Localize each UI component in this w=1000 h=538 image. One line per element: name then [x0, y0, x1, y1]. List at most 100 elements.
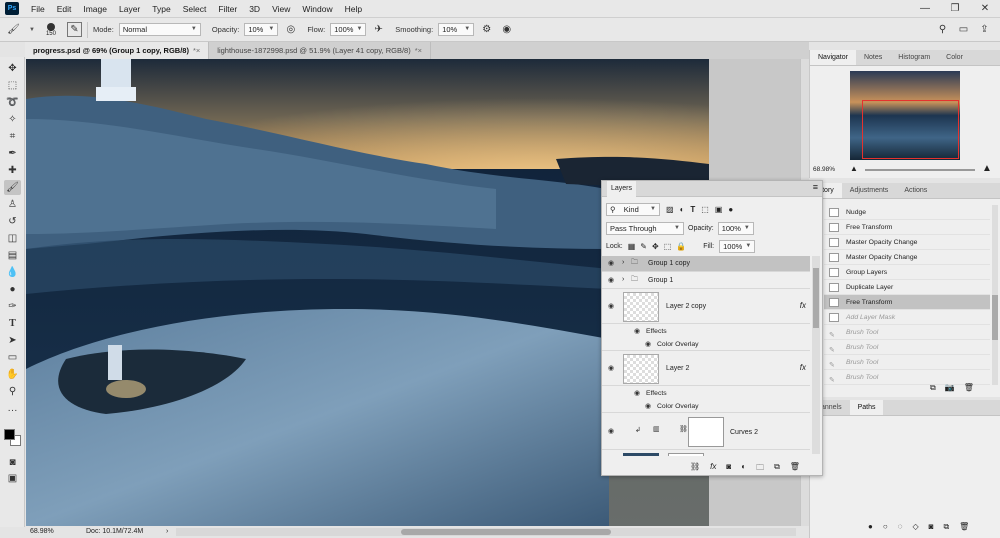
layer-row-layer-2[interactable]: ◉ Layer 2 fx: [602, 352, 810, 386]
filter-smart-object-icon[interactable]: ▣: [715, 205, 723, 214]
menu-layer[interactable]: Layer: [113, 0, 146, 18]
lock-position-icon[interactable]: ✥: [652, 242, 659, 251]
more-tools-icon[interactable]: ···: [4, 403, 21, 418]
lock-artboard-icon[interactable]: ⬚: [664, 242, 672, 251]
blur-tool-icon[interactable]: 💧: [4, 265, 21, 280]
history-item[interactable]: Duplicate Layer: [824, 280, 990, 295]
tab-lighthouse[interactable]: lighthouse-1872998.psd @ 51.9% (Layer 41…: [209, 42, 432, 59]
snapshot-icon[interactable]: 📷: [945, 383, 955, 393]
menu-file[interactable]: File: [25, 0, 51, 18]
history-scrollbar[interactable]: [992, 205, 998, 385]
history-item[interactable]: Master Opacity Change: [824, 235, 990, 250]
navigator-preview[interactable]: [850, 71, 960, 160]
airbrush-icon[interactable]: ✈: [371, 22, 386, 37]
gradient-tool-icon[interactable]: ▤: [4, 248, 21, 263]
lock-transparent-icon[interactable]: ▦: [628, 242, 636, 251]
fx-icon[interactable]: fx: [710, 462, 716, 476]
trash-icon[interactable]: 🗑: [790, 462, 800, 476]
marquee-tool-icon[interactable]: ⬚: [4, 78, 21, 93]
pressure-opacity-icon[interactable]: ◎: [283, 22, 298, 37]
search-icon[interactable]: ⚲: [935, 22, 950, 37]
share-icon[interactable]: ⇪: [977, 22, 992, 37]
tab-adjustments[interactable]: Adjustments: [842, 183, 897, 198]
link-layers-icon[interactable]: ⛓: [690, 462, 700, 476]
close-icon[interactable]: ✕: [970, 0, 1000, 18]
layers-title[interactable]: Layers: [607, 181, 637, 197]
add-mask-icon[interactable]: ◙: [929, 522, 934, 532]
menu-image[interactable]: Image: [77, 0, 113, 18]
new-layer-icon[interactable]: ⧉: [774, 462, 780, 476]
healing-tool-icon[interactable]: ✚: [4, 163, 21, 178]
zoom-slider[interactable]: [865, 169, 975, 171]
tab-notes[interactable]: Notes: [856, 50, 890, 65]
opacity-field[interactable]: 10% ▼: [244, 23, 279, 36]
quick-mask-icon[interactable]: ◙: [4, 455, 21, 470]
panel-menu-icon[interactable]: ≡: [813, 182, 818, 192]
foreground-color-swatch[interactable]: [4, 429, 15, 440]
trash-icon[interactable]: 🗑: [959, 522, 969, 532]
filter-adjustment-icon[interactable]: ◐: [680, 205, 685, 214]
effects-row[interactable]: ◉ Effects: [602, 387, 810, 400]
filter-pixel-icon[interactable]: ▨: [666, 205, 674, 214]
eraser-tool-icon[interactable]: ◫: [4, 231, 21, 246]
fx-icon[interactable]: fx: [800, 363, 806, 372]
layer-row-layer-2-copy[interactable]: ◉ Layer 2 copy fx: [602, 290, 810, 324]
menu-select[interactable]: Select: [177, 0, 213, 18]
eyedropper-tool-icon[interactable]: ✒: [4, 146, 21, 161]
history-item-selected[interactable]: Free Transform: [824, 295, 990, 310]
visibility-eye-icon[interactable]: ◉: [608, 302, 614, 310]
smoothing-field[interactable]: 10% ▼: [438, 23, 475, 36]
filter-toggle-icon[interactable]: ●: [728, 205, 733, 214]
quick-select-tool-icon[interactable]: ✧: [4, 112, 21, 127]
visibility-eye-icon[interactable]: ◉: [608, 276, 614, 284]
screen-mode-icon[interactable]: ▣: [4, 471, 21, 486]
trash-icon[interactable]: 🗑: [964, 383, 974, 393]
adjustment-layer-icon[interactable]: ◐: [741, 462, 746, 476]
navigator-zoom[interactable]: 68.98%: [813, 166, 835, 173]
add-mask-icon[interactable]: ◙: [726, 462, 731, 476]
stroke-path-icon[interactable]: ○: [883, 522, 888, 532]
brush-settings-icon[interactable]: ✎: [66, 22, 82, 37]
expand-arrow-icon[interactable]: ›: [622, 259, 624, 266]
minimize-icon[interactable]: —: [910, 0, 940, 18]
mode-select[interactable]: Normal ▼: [118, 23, 201, 36]
visibility-eye-icon[interactable]: ◉: [645, 402, 651, 410]
lock-pixels-icon[interactable]: ✎: [640, 242, 647, 251]
type-tool-icon[interactable]: T: [4, 316, 21, 331]
menu-window[interactable]: Window: [296, 0, 338, 18]
visibility-eye-icon[interactable]: ◉: [634, 327, 640, 335]
pen-tool-icon[interactable]: ✑: [4, 299, 21, 314]
hand-tool-icon[interactable]: ✋: [4, 367, 21, 382]
color-overlay-row[interactable]: ◉ Color Overlay: [602, 338, 810, 351]
stamp-tool-icon[interactable]: ♙: [4, 197, 21, 212]
dodge-tool-icon[interactable]: ●: [4, 282, 21, 297]
history-item[interactable]: ✎ Brush Tool: [824, 355, 990, 370]
menu-filter[interactable]: Filter: [212, 0, 243, 18]
history-brush-tool-icon[interactable]: ↺: [4, 214, 21, 229]
history-item[interactable]: ✎ Brush Tool: [824, 325, 990, 340]
crop-tool-icon[interactable]: ⌗: [4, 129, 21, 144]
tab-histogram[interactable]: Histogram: [890, 50, 938, 65]
layer-mask-thumbnail[interactable]: [688, 417, 724, 447]
filter-type-icon[interactable]: T: [690, 205, 695, 214]
smoothing-settings-icon[interactable]: ⚙: [479, 22, 494, 37]
tab-color[interactable]: Color: [938, 50, 971, 65]
color-overlay-row[interactable]: ◉ Color Overlay: [602, 400, 810, 413]
move-tool-icon[interactable]: ✥: [4, 61, 21, 76]
view-box[interactable]: [862, 100, 959, 159]
make-path-icon[interactable]: ◇: [912, 522, 918, 532]
zoom-out-icon[interactable]: ▲: [850, 164, 858, 173]
load-selection-icon[interactable]: ◌: [898, 522, 903, 532]
close-icon[interactable]: *×: [415, 46, 422, 55]
blend-mode-select[interactable]: Pass Through ▼: [606, 222, 684, 235]
scrollbar-thumb[interactable]: [401, 529, 611, 535]
horizontal-scrollbar[interactable]: [176, 528, 796, 536]
menu-view[interactable]: View: [266, 0, 296, 18]
zoom-level[interactable]: 68.98%: [26, 526, 86, 538]
visibility-eye-icon[interactable]: ◉: [608, 427, 614, 435]
zoom-in-icon[interactable]: ▲: [982, 163, 992, 174]
restore-icon[interactable]: ❐: [940, 0, 970, 18]
menu-help[interactable]: Help: [339, 0, 368, 18]
brush-preset-picker[interactable]: 150: [40, 22, 62, 37]
menu-type[interactable]: Type: [146, 0, 176, 18]
